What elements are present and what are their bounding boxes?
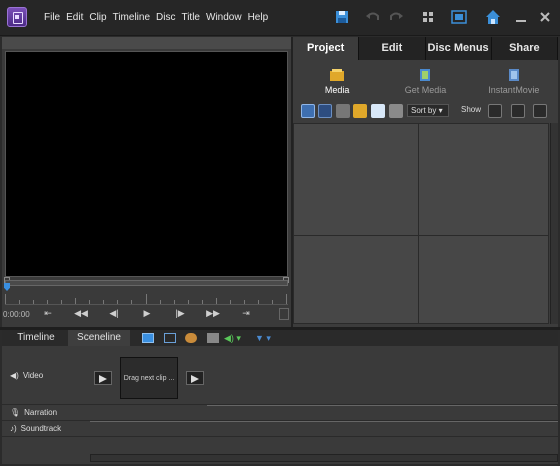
- media-grid[interactable]: [293, 123, 549, 324]
- track-soundtrack-label: Soundtrack: [20, 424, 62, 433]
- tab-disc-menus[interactable]: Disc Menus: [425, 37, 492, 60]
- step-back-icon[interactable]: ◀|: [106, 308, 122, 319]
- audio-tools-icon[interactable]: ◀) ▾: [224, 333, 242, 343]
- tab-sceneline[interactable]: Sceneline: [68, 330, 130, 346]
- show-label: Show: [461, 105, 482, 114]
- track-video-label: Video: [22, 371, 44, 380]
- new-folder-gray-icon[interactable]: [336, 104, 350, 118]
- soundtrack-lane[interactable]: [90, 421, 558, 422]
- speaker-icon: ◀): [10, 371, 19, 380]
- media-scrollbar[interactable]: [550, 123, 558, 324]
- sceneline-view-icon[interactable]: [142, 333, 154, 343]
- subtab-get-media-label: Get Media: [404, 85, 447, 95]
- get-media-icon: [420, 69, 431, 81]
- panel-tabs: Project Edit Disc Menus Share: [293, 37, 558, 60]
- tab-timeline[interactable]: Timeline: [6, 330, 66, 346]
- transition-slot-2[interactable]: [186, 371, 204, 385]
- subtab-media-label: Media: [324, 85, 350, 95]
- layout-icon[interactable]: [419, 8, 437, 26]
- track-video: ◀) Video: [10, 371, 43, 380]
- subtab-media[interactable]: Media: [297, 62, 377, 100]
- sort-by-label: Sort by: [411, 106, 437, 115]
- clip-placeholder[interactable]: Drag next clip ...: [120, 357, 178, 399]
- goto-start-icon[interactable]: ⇤: [40, 308, 56, 319]
- menu-disc[interactable]: Disc: [156, 12, 175, 23]
- grid-view-icon[interactable]: [318, 104, 332, 118]
- effects-icon[interactable]: [185, 333, 197, 343]
- media-toolbar: Sort by ▾ Show: [293, 103, 558, 119]
- project-panel: Project Edit Disc Menus Share Media Get …: [293, 37, 558, 327]
- menu-file[interactable]: File: [44, 12, 60, 23]
- track-area: ◀) Video 🎙 Narration ♪) Soundtrack Drag nex…: [2, 348, 558, 464]
- preview-screen[interactable]: [5, 51, 288, 277]
- rewind-icon[interactable]: ◀◀: [73, 308, 89, 319]
- menu-window[interactable]: Window: [206, 12, 242, 23]
- fullscreen-icon[interactable]: [450, 8, 468, 26]
- subtab-instantmovie-label: InstantMovie: [488, 85, 540, 95]
- menu-bar: File Edit Clip Timeline Disc Title Windo…: [0, 0, 560, 36]
- playback-controls: ⇤ ◀◀ ◀| ▶ |▶ ▶▶ ⇥: [40, 308, 254, 319]
- track-narration-label: Narration: [24, 408, 58, 417]
- scrubber-bar[interactable]: [5, 280, 288, 286]
- new-item-icon[interactable]: [371, 104, 385, 118]
- save-icon[interactable]: [333, 8, 351, 26]
- music-icon: ♪): [10, 424, 17, 433]
- new-folder-icon[interactable]: [353, 104, 367, 118]
- subtabs: Media Get Media InstantMovie: [293, 62, 558, 100]
- monitor-panel: 0:00:00 ⇤ ◀◀ ◀| ▶ |▶ ▶▶ ⇥: [2, 37, 291, 327]
- time-ruler[interactable]: [5, 291, 288, 305]
- properties-icon[interactable]: [207, 333, 219, 343]
- play-icon[interactable]: ▶: [139, 308, 155, 319]
- marker-icon[interactable]: ▼ ▾: [255, 333, 273, 343]
- app-logo-icon: [7, 7, 27, 27]
- show-image-icon[interactable]: [533, 104, 547, 118]
- transition-slot-1[interactable]: [94, 371, 112, 385]
- goto-end-icon[interactable]: ⇥: [238, 308, 254, 319]
- timeline-zoom-control[interactable]: [279, 308, 289, 320]
- menu-edit[interactable]: Edit: [66, 12, 83, 23]
- undo-icon[interactable]: [364, 8, 382, 26]
- menu-title[interactable]: Title: [181, 12, 200, 23]
- instantmovie-icon: [508, 69, 519, 81]
- playhead-icon[interactable]: [4, 283, 10, 291]
- menu-list: File Edit Clip Timeline Disc Title Windo…: [44, 12, 268, 23]
- media-icon: [330, 69, 345, 81]
- track-narration: 🎙 Narration: [10, 408, 57, 417]
- delete-icon[interactable]: [389, 104, 403, 118]
- show-video-icon[interactable]: [488, 104, 502, 118]
- fast-forward-icon[interactable]: ▶▶: [205, 308, 221, 319]
- menu-timeline[interactable]: Timeline: [113, 12, 150, 23]
- tab-project[interactable]: Project: [293, 37, 360, 60]
- subtab-get-media[interactable]: Get Media: [385, 62, 465, 100]
- timecode-display: 0:00:00: [3, 310, 30, 319]
- subtab-instantmovie[interactable]: InstantMovie: [474, 62, 554, 100]
- bottom-tabs: Timeline Sceneline ◀) ▾ ▼ ▾: [2, 330, 558, 346]
- microphone-icon: 🎙: [10, 408, 21, 417]
- menu-help[interactable]: Help: [248, 12, 269, 23]
- minimize-icon[interactable]: [512, 8, 530, 26]
- tab-share[interactable]: Share: [491, 37, 558, 60]
- step-forward-icon[interactable]: |▶: [172, 308, 188, 319]
- smart-fix-icon[interactable]: [164, 333, 176, 343]
- sceneline-scrollbar[interactable]: [90, 454, 558, 462]
- home-icon[interactable]: [484, 8, 502, 26]
- monitor-header: [2, 37, 291, 49]
- sort-by-dropdown[interactable]: Sort by ▾: [407, 104, 449, 117]
- tab-edit[interactable]: Edit: [359, 37, 426, 60]
- list-view-icon[interactable]: [301, 104, 315, 118]
- redo-icon[interactable]: [387, 8, 405, 26]
- track-soundtrack: ♪) Soundtrack: [10, 424, 61, 433]
- narration-lane[interactable]: [207, 405, 557, 406]
- close-icon[interactable]: [536, 8, 554, 26]
- sceneline-panel: Timeline Sceneline ◀) ▾ ▼ ▾ ◀) Video 🎙 Nar…: [2, 330, 558, 464]
- menu-clip[interactable]: Clip: [89, 12, 106, 23]
- show-audio-icon[interactable]: [511, 104, 525, 118]
